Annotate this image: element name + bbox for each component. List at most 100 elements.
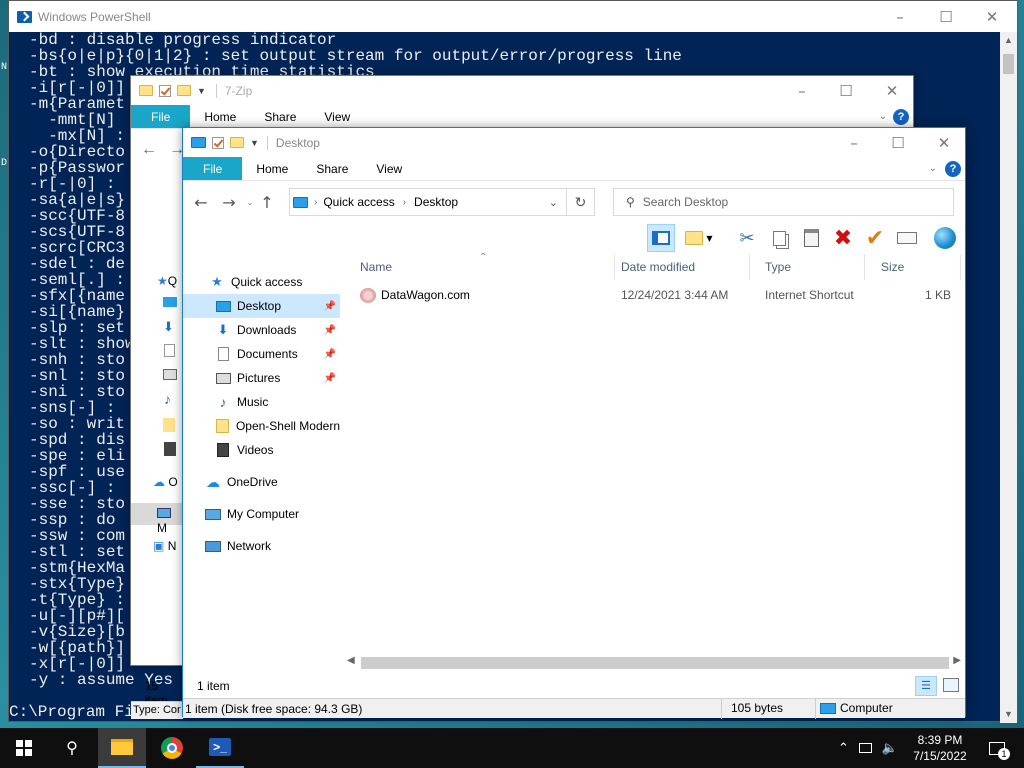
nav-item-pictures[interactable]: Pictures 📌 (183, 366, 340, 390)
nav-item-documents[interactable]: Documents 📌 (183, 342, 340, 366)
zip-nav-item[interactable]: ▣ N (153, 539, 176, 553)
tab-share[interactable]: Share (250, 105, 310, 128)
clock[interactable]: 8:39 PM 7/15/2022 (900, 728, 980, 768)
tab-view[interactable]: View (362, 157, 416, 180)
maximize-icon[interactable]: ☐ (875, 128, 921, 157)
scroll-thumb[interactable] (1003, 54, 1014, 74)
nav-item-videos[interactable]: Videos (183, 438, 340, 462)
cut-icon[interactable]: ✂ (733, 224, 761, 252)
chevron-right-icon[interactable]: › (314, 197, 317, 208)
close-icon[interactable]: ✕ (969, 1, 1015, 32)
table-row[interactable]: DataWagon.com 12/24/2021 3:44 AM Interne… (343, 284, 965, 306)
tab-home[interactable]: Home (190, 105, 250, 128)
details-view-icon[interactable]: ☰ (915, 676, 937, 696)
minimize-icon[interactable]: – (831, 128, 877, 157)
column-date-modified[interactable]: Date modified (605, 254, 750, 280)
music-icon[interactable]: ♪ (164, 391, 171, 407)
back-arrow-icon[interactable]: ← (187, 193, 215, 212)
documents-icon[interactable] (164, 344, 175, 357)
action-center-button[interactable]: 1 (982, 728, 1012, 768)
tab-file[interactable]: File (131, 105, 191, 128)
powershell-titlebar[interactable]: Windows PowerShell – ☐ ✕ (9, 1, 1017, 32)
desktop-icon[interactable] (163, 297, 177, 307)
rename-icon[interactable]: ✔ (861, 224, 889, 252)
copy-icon[interactable] (765, 224, 793, 252)
pictures-icon[interactable] (163, 369, 177, 380)
volume-icon[interactable]: 🔈 (882, 740, 898, 756)
globe-icon[interactable] (931, 224, 959, 252)
scroll-left-icon[interactable]: ◀ (347, 655, 355, 666)
chevron-up-icon[interactable]: ⌃ (838, 740, 849, 756)
nav-item-downloads[interactable]: ⬇ Downloads 📌 (183, 318, 340, 342)
nav-item-network[interactable]: Network (183, 534, 340, 558)
customize-toolbar-icon[interactable]: ▼ (197, 86, 206, 96)
minimize-icon[interactable]: – (779, 76, 825, 105)
zip-titlebar[interactable]: ▼ 7-Zip – ☐ ✕ (131, 76, 913, 105)
search-input[interactable]: Search Desktop (643, 195, 728, 209)
search-icon[interactable]: ⚲ (48, 728, 96, 768)
file-explorer-taskbar-button[interactable] (98, 728, 146, 768)
nav-item-open-shell-modern[interactable]: Open-Shell Modern (183, 414, 340, 438)
pin-icon[interactable]: 📌 (324, 349, 336, 360)
help-icon[interactable]: ? (945, 160, 961, 177)
download-icon[interactable]: ⬇ (163, 319, 174, 335)
nav-item-music[interactable]: ♪ Music (183, 390, 340, 414)
horizontal-scrollbar[interactable]: ◀ ▶ (343, 654, 965, 671)
chevron-down-icon[interactable]: ⌄ (549, 196, 558, 209)
new-item-icon[interactable]: ▼ (685, 224, 713, 252)
column-size[interactable]: Size (865, 254, 961, 280)
file-list[interactable]: ⌃ Name Date modified Type Size DataWagon… (343, 252, 965, 674)
column-name[interactable]: Name (343, 254, 615, 280)
chevron-down-icon[interactable]: ⌄ (929, 163, 937, 174)
tab-file[interactable]: File (183, 157, 243, 180)
preview-pane-icon[interactable] (647, 224, 675, 252)
scroll-thumb[interactable] (361, 657, 949, 669)
delete-icon[interactable]: ✖ (829, 224, 857, 252)
scroll-down-icon[interactable]: ▼ (1000, 706, 1017, 723)
properties-icon[interactable] (159, 84, 171, 97)
help-icon[interactable]: ? (893, 108, 909, 125)
properties-icon[interactable] (893, 224, 921, 252)
zip-nav-item[interactable]: ★Q (157, 274, 177, 288)
chevron-right-icon[interactable]: › (403, 197, 406, 208)
recent-locations-icon[interactable]: ⌄ (243, 198, 257, 207)
maximize-icon[interactable]: ☐ (823, 76, 869, 105)
scroll-right-icon[interactable]: ▶ (953, 655, 961, 666)
explorer-titlebar[interactable]: ▼ Desktop – ☐ ✕ (183, 128, 965, 157)
large-icons-view-icon[interactable] (943, 678, 959, 692)
nav-item-my-computer[interactable]: My Computer (183, 502, 340, 526)
chrome-taskbar-button[interactable] (148, 728, 196, 768)
new-folder-icon[interactable] (230, 137, 244, 148)
properties-icon[interactable] (212, 136, 224, 149)
videos-icon[interactable] (164, 442, 176, 456)
back-arrow-icon[interactable]: ← (141, 141, 157, 159)
address-bar[interactable]: › Quick access › Desktop ⌄ (289, 188, 567, 216)
file-name[interactable]: DataWagon.com (381, 284, 470, 306)
breadcrumb-desktop[interactable]: Desktop (414, 195, 458, 209)
powershell-taskbar-button[interactable]: >_ (196, 728, 244, 768)
new-folder-icon[interactable] (177, 85, 191, 96)
tab-home[interactable]: Home (242, 157, 302, 180)
pin-icon[interactable]: 📌 (324, 301, 336, 312)
tab-share[interactable]: Share (302, 157, 362, 180)
folder-icon[interactable] (163, 418, 175, 432)
pin-icon[interactable]: 📌 (324, 373, 336, 384)
pin-icon[interactable]: 📌 (324, 325, 336, 336)
customize-toolbar-icon[interactable]: ▼ (250, 138, 259, 148)
forward-arrow-icon[interactable]: → (215, 193, 243, 212)
network-icon[interactable] (858, 743, 872, 753)
minimize-icon[interactable]: – (877, 1, 923, 32)
breadcrumb-quick-access[interactable]: Quick access (323, 195, 394, 209)
nav-item-onedrive[interactable]: ☁ OneDrive (183, 470, 340, 494)
zip-nav-item[interactable]: M (157, 507, 183, 535)
chevron-down-icon[interactable]: ⌄ (879, 111, 887, 122)
explorer-window-desktop[interactable]: ▼ Desktop – ☐ ✕ File Home Share View ⌄ ?… (182, 127, 966, 719)
start-button[interactable] (0, 728, 48, 768)
refresh-icon[interactable]: ↻ (567, 188, 595, 216)
zip-nav-item[interactable]: ☁ O (153, 475, 178, 489)
search-box[interactable]: ⚲ Search Desktop (613, 188, 954, 216)
paste-icon[interactable] (797, 224, 825, 252)
up-arrow-icon[interactable]: ↑ (257, 193, 277, 212)
tab-view[interactable]: View (310, 105, 364, 128)
close-icon[interactable]: ✕ (921, 128, 967, 157)
